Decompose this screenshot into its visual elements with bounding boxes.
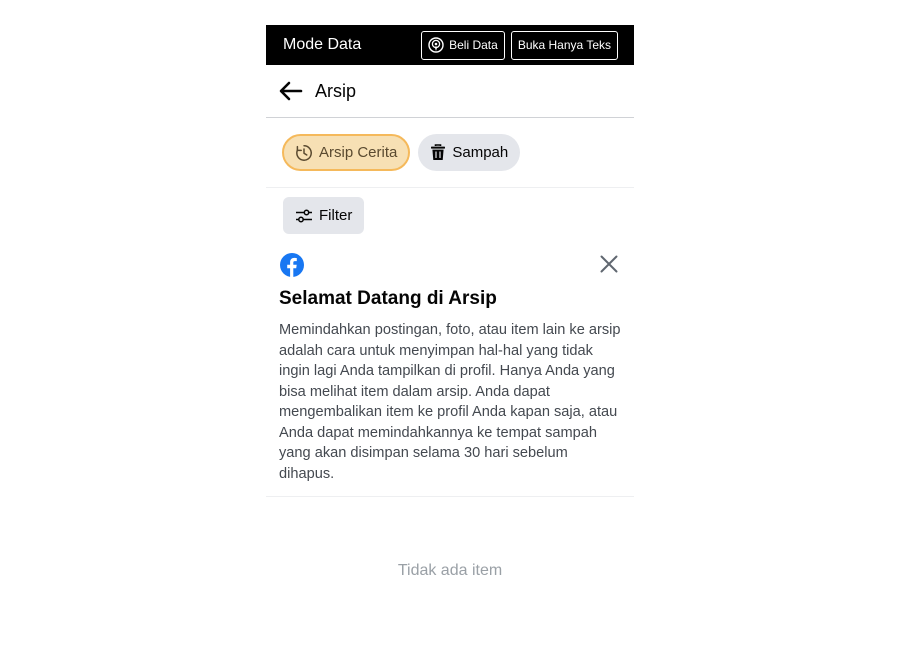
trash-icon <box>431 144 446 160</box>
page-title: Arsip <box>315 80 357 101</box>
welcome-description: Memindahkan postingan, foto, atau item l… <box>279 322 621 482</box>
broadcast-icon <box>428 37 444 53</box>
welcome-title: Selamat Datang di Arsip <box>279 288 497 309</box>
buy-data-button[interactable]: Beli Data <box>421 30 505 60</box>
data-mode-bar: Mode Data Beli Data Buka Hanya Teks <box>266 25 634 65</box>
filter-button[interactable]: Filter <box>283 197 365 234</box>
tab-trash[interactable]: Sampah <box>418 134 521 171</box>
tab-trash-label: Sampah <box>452 144 509 161</box>
text-only-label: Buka Hanya Teks <box>517 38 611 52</box>
page-header: Arsip <box>266 65 634 118</box>
close-icon <box>600 255 618 273</box>
app-screen: Mode Data Beli Data Buka Hanya Teks Arsi… <box>266 25 634 653</box>
facebook-logo-icon <box>280 253 304 277</box>
tab-story-archive-label: Arsip Cerita <box>319 144 398 161</box>
close-button[interactable] <box>599 254 619 274</box>
filter-label: Filter <box>319 207 353 224</box>
back-button[interactable] <box>278 78 304 104</box>
arrow-left-icon <box>279 81 303 101</box>
clock-history-icon <box>296 144 312 161</box>
tab-story-archive[interactable]: Arsip Cerita <box>282 134 411 171</box>
archive-tabs: Arsip Cerita Sampah <box>266 118 634 188</box>
text-only-button[interactable]: Buka Hanya Teks <box>510 30 618 60</box>
sliders-icon <box>296 209 312 222</box>
empty-state-text: Tidak ada item <box>397 562 503 579</box>
filter-row: Filter <box>266 188 634 243</box>
data-mode-title: Mode Data <box>283 36 362 53</box>
buy-data-label: Beli Data <box>449 38 498 52</box>
welcome-card: Selamat Datang di Arsip Memindahkan post… <box>266 243 634 497</box>
